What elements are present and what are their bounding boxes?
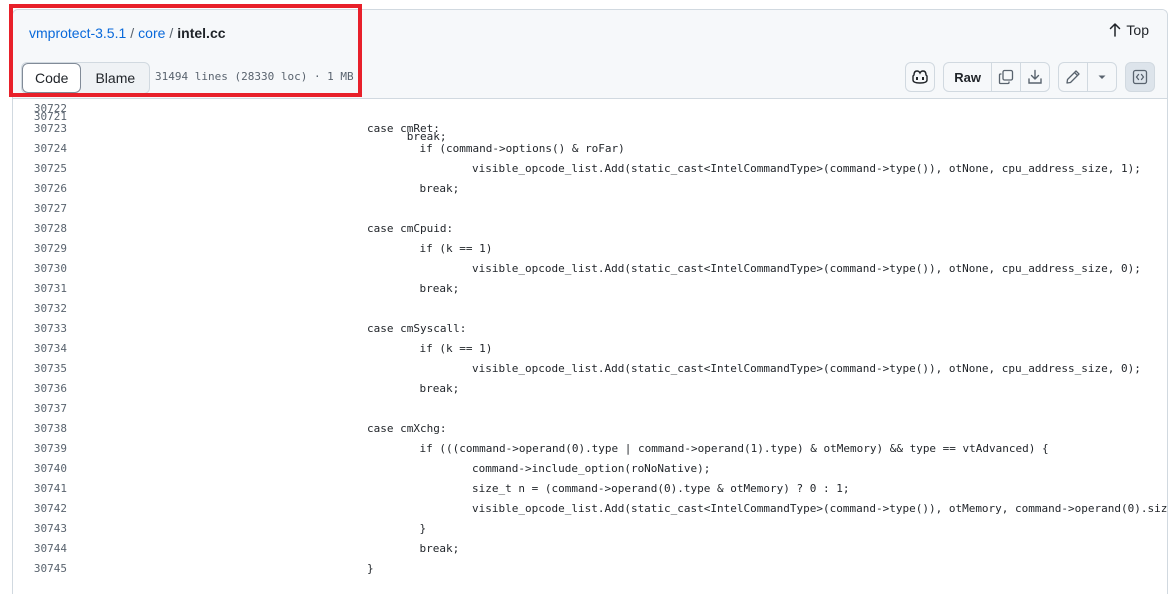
code-line: 30725 visible_opcode_list.Add(static_cast… — [13, 159, 1167, 179]
line-number[interactable]: 30728 — [13, 219, 67, 239]
code-line: 30733 case cmSyscall: — [13, 319, 1167, 339]
top-label: Top — [1126, 22, 1149, 38]
code-line: 30722 — [13, 99, 1167, 119]
code-line: 30736 break; — [13, 379, 1167, 399]
copilot-icon — [911, 69, 929, 85]
code-line: 30723 case cmRet: — [13, 119, 1167, 139]
code-line: 30731 break; — [13, 279, 1167, 299]
code-line: 30730 visible_opcode_list.Add(static_cast… — [13, 259, 1167, 279]
code-text: } — [419, 522, 427, 535]
line-number[interactable]: 30742 — [13, 499, 67, 519]
code-text: break; — [419, 182, 460, 195]
line-number[interactable]: 30740 — [13, 459, 67, 479]
line-number[interactable]: 30725 — [13, 159, 67, 179]
file-info: 31494 lines (28330 loc) · 1 MB — [155, 70, 354, 83]
breadcrumb-separator: / — [130, 25, 135, 41]
code-line: 30732 — [13, 299, 1167, 319]
code-line: 30745} — [13, 559, 1167, 579]
symbols-panel-icon — [1132, 69, 1148, 85]
line-number[interactable]: 30741 — [13, 479, 67, 499]
line-number[interactable]: 30732 — [13, 299, 67, 319]
code-line: 30744 break; — [13, 539, 1167, 559]
code-text: } — [367, 562, 374, 575]
download-icon — [1027, 69, 1043, 85]
code-view: 30721 break; 30722 30723 case cmRet: 30724 i… — [13, 99, 1167, 579]
code-text: if (((command->operand(0).type | command… — [419, 442, 1049, 455]
code-text: visible_opcode_list.Add(static_cast<Inte… — [472, 362, 1141, 375]
code-text: visible_opcode_list.Add(static_cast<Inte… — [472, 502, 1168, 515]
line-number[interactable]: 30727 — [13, 199, 67, 219]
line-number[interactable]: 30726 — [13, 179, 67, 199]
code-line: 30734 if (k == 1) — [13, 339, 1167, 359]
line-number[interactable]: 30743 — [13, 519, 67, 539]
code-text: command->include_option(roNoNative); — [472, 462, 711, 475]
code-text: case cmXchg: — [367, 422, 447, 435]
code-line: 30737 — [13, 399, 1167, 419]
code-line: 30729 if (k == 1) — [13, 239, 1167, 259]
breadcrumb-file-name: intel.cc — [177, 25, 226, 41]
top-button[interactable]: Top — [1109, 22, 1149, 38]
line-number[interactable]: 30745 — [13, 559, 67, 579]
code-line: 30739 if (((command->operand(0).type | co… — [13, 439, 1167, 459]
code-line: 30741 size_t n = (command->operand(0).typ… — [13, 479, 1167, 499]
code-line: 30738 case cmXchg: — [13, 419, 1167, 439]
code-line: 30740 command->include_option(roNoNative)… — [13, 459, 1167, 479]
breadcrumb: vmprotect-3.5.1/core / intel.cc — [29, 23, 226, 43]
file-viewer: vmprotect-3.5.1/core / intel.cc Top Code B… — [12, 9, 1168, 594]
chevron-down-icon — [1097, 72, 1107, 82]
copy-icon — [998, 69, 1014, 85]
line-number[interactable]: 30738 — [13, 419, 67, 439]
line-number[interactable]: 30737 — [13, 399, 67, 419]
code-line: 30742 visible_opcode_list.Add(static_cast… — [13, 499, 1167, 519]
code-text: visible_opcode_list.Add(static_cast<Inte… — [472, 162, 1141, 175]
code-text: size_t n = (command->operand(0).type & o… — [472, 482, 850, 495]
code-text: break; — [419, 382, 460, 395]
line-number[interactable]: 30730 — [13, 259, 67, 279]
code-text: break; — [419, 282, 460, 295]
code-text: visible_opcode_list.Add(static_cast<Inte… — [472, 262, 1141, 275]
line-number[interactable]: 30724 — [13, 139, 67, 159]
code-text: case cmSyscall: — [367, 322, 467, 335]
code-text: if (k == 1) — [419, 342, 493, 355]
line-number[interactable]: 30722 — [13, 99, 67, 119]
code-text: case cmRet: — [367, 122, 440, 135]
code-line: 30727 — [13, 199, 1167, 219]
line-number[interactable]: 30731 — [13, 279, 67, 299]
arrow-up-icon — [1109, 23, 1121, 37]
line-number[interactable]: 30744 — [13, 539, 67, 559]
line-number[interactable]: 30735 — [13, 359, 67, 379]
breadcrumb-separator: / — [169, 25, 174, 41]
line-number[interactable]: 30739 — [13, 439, 67, 459]
code-text: break; — [419, 542, 460, 555]
code-line: 30743} — [13, 519, 1167, 539]
line-number[interactable]: 30729 — [13, 239, 67, 259]
breadcrumb-repo-link[interactable]: vmprotect-3.5.1 — [29, 25, 126, 41]
code-line: 30726 break; — [13, 179, 1167, 199]
line-number[interactable]: 30733 — [13, 319, 67, 339]
pencil-icon — [1065, 69, 1081, 85]
code-text: if (command->options() & roFar) — [419, 142, 625, 155]
code-line: 30735 visible_opcode_list.Add(static_cast… — [13, 359, 1167, 379]
code-line: 30728 case cmCpuid: — [13, 219, 1167, 239]
breadcrumb-folder-link[interactable]: core — [138, 25, 165, 41]
line-number[interactable]: 30723 — [13, 119, 67, 139]
line-number[interactable]: 30734 — [13, 339, 67, 359]
line-number[interactable]: 30736 — [13, 379, 67, 399]
code-text: if (k == 1) — [419, 242, 493, 255]
code-text: case cmCpuid: — [367, 222, 454, 235]
code-line: 30724 if (command->options() & roFar) — [13, 139, 1167, 159]
